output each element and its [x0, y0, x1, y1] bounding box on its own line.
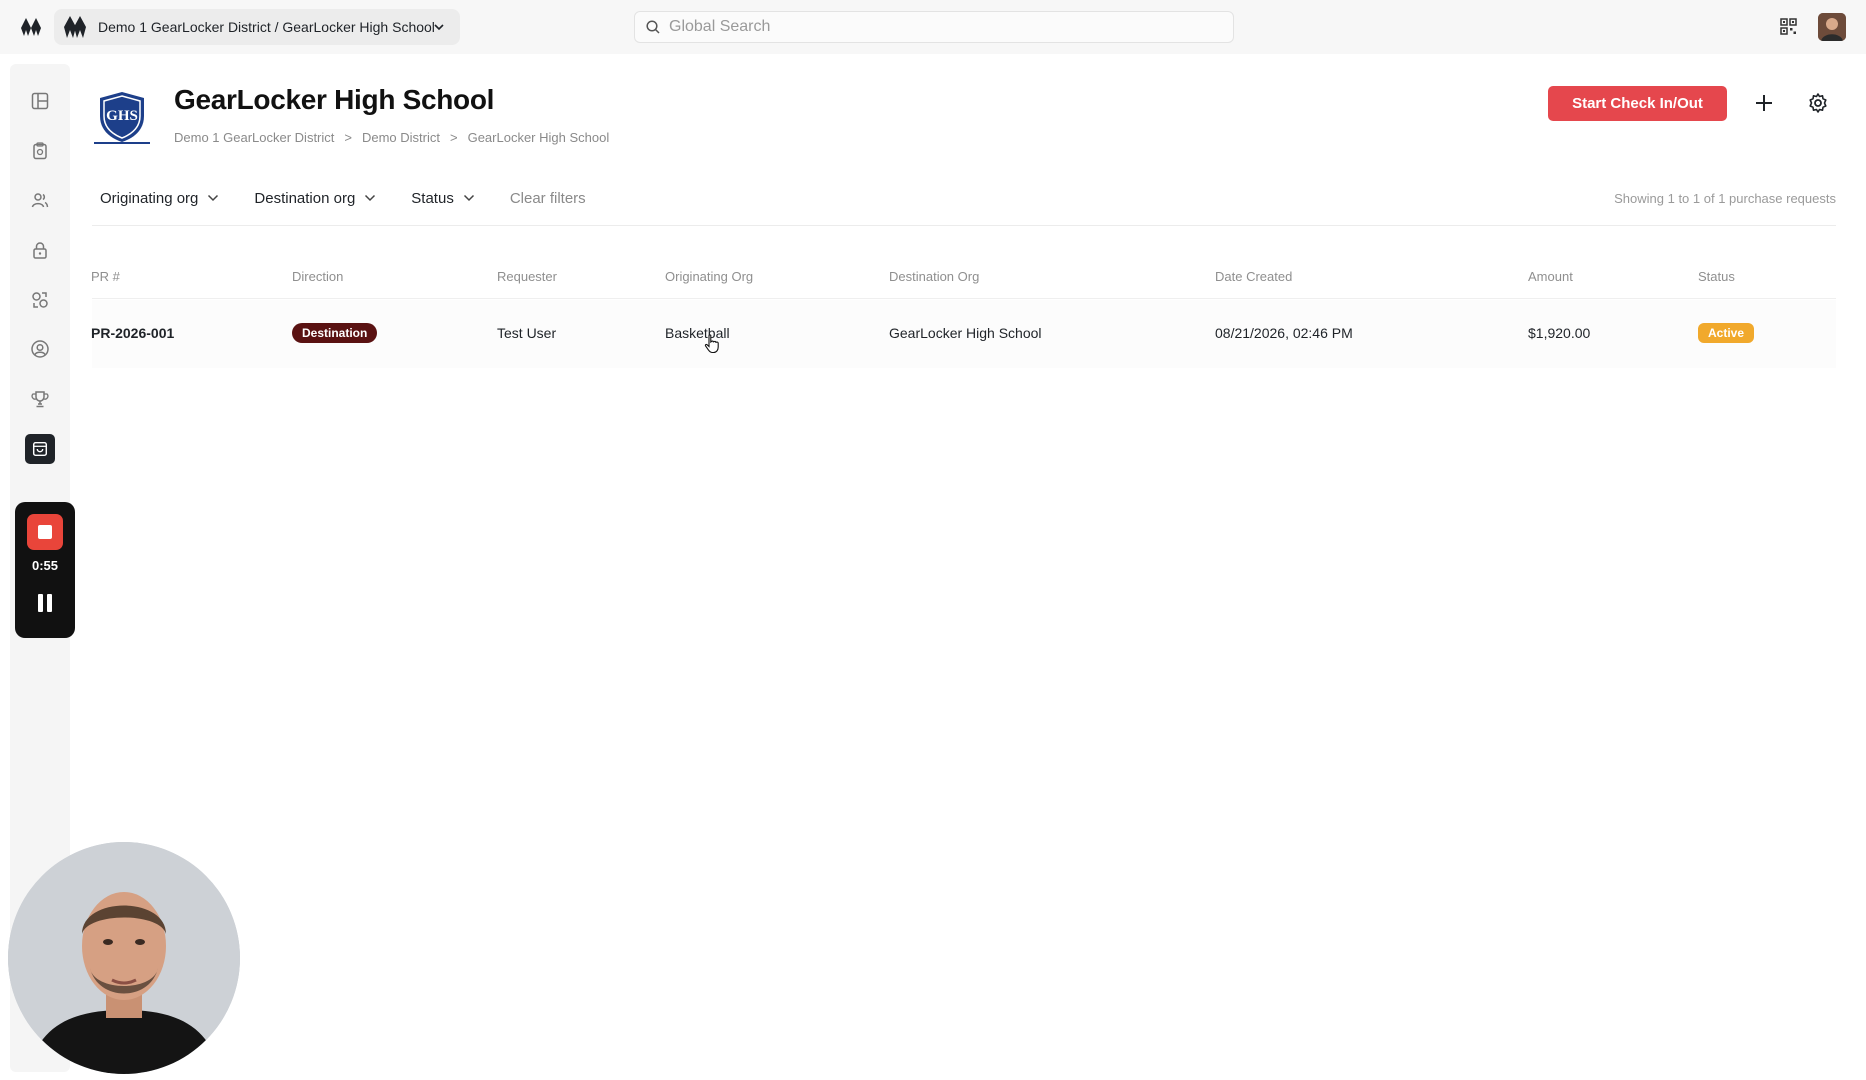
chevron-down-icon [208, 194, 219, 202]
trophy-icon [31, 391, 49, 408]
breadcrumb-separator: > [344, 130, 352, 145]
breadcrumb-separator: > [450, 130, 458, 145]
sidebar-item-lockers[interactable] [28, 238, 52, 262]
cell-requester: Test User [497, 325, 557, 341]
results-count: Showing 1 to 1 of 1 purchase requests [1614, 191, 1836, 206]
column-header-direction[interactable]: Direction [292, 269, 343, 284]
avatar-image [1818, 13, 1846, 41]
school-logo-monogram: GHS [106, 108, 138, 124]
qr-code-icon[interactable] [1780, 18, 1797, 35]
exchange-icon [32, 292, 48, 308]
breadcrumb-school[interactable]: GearLocker High School [468, 130, 610, 145]
breadcrumb-sub-district[interactable]: Demo District [362, 130, 440, 145]
hand-cursor-icon [704, 334, 719, 354]
breadcrumb: Demo 1 GearLocker District > Demo Distri… [174, 130, 609, 145]
top-bar: Demo 1 GearLocker District / GearLocker … [0, 0, 1866, 54]
global-search[interactable] [634, 11, 1234, 43]
chevron-down-icon [434, 24, 444, 31]
stop-icon [38, 525, 52, 539]
webcam-person-image [8, 842, 240, 1074]
start-check-in-out-button[interactable]: Start Check In/Out [1548, 86, 1727, 121]
dashboard-icon [31, 92, 49, 110]
column-header-date-created[interactable]: Date Created [1215, 269, 1292, 284]
school-logo: GHS [94, 92, 150, 144]
stop-recording-button[interactable] [27, 514, 63, 550]
filter-destination-org[interactable]: Destination org [254, 190, 377, 207]
table-header-divider [92, 298, 1836, 299]
app-logo-icon[interactable] [20, 16, 42, 38]
column-header-amount[interactable]: Amount [1528, 269, 1573, 284]
sidebar-item-teams[interactable] [28, 387, 52, 411]
breadcrumb-district[interactable]: Demo 1 GearLocker District [174, 130, 334, 145]
divider [92, 225, 1836, 226]
sidebar-item-profiles[interactable] [28, 337, 52, 361]
org-switcher-label: Demo 1 GearLocker District / GearLocker … [98, 19, 435, 35]
column-header-pr[interactable]: PR # [91, 269, 120, 284]
filter-originating-org[interactable]: Originating org [100, 190, 220, 207]
org-logo-icon [64, 16, 86, 38]
filter-bar: Originating org Destination org Status C… [100, 186, 586, 210]
clipboard-icon [33, 142, 47, 160]
cell-amount: $1,920.00 [1528, 325, 1591, 341]
status-badge: Active [1698, 323, 1755, 343]
screen-recorder: 0:55 [15, 502, 75, 638]
lock-icon [33, 242, 47, 259]
search-icon [646, 20, 660, 34]
direction-badge: Destination [292, 323, 378, 343]
chevron-down-icon [365, 194, 376, 202]
page-title: GearLocker High School [174, 84, 495, 115]
recording-time: 0:55 [31, 558, 59, 573]
sidebar-item-users[interactable] [28, 188, 52, 212]
column-header-originating-org[interactable]: Originating Org [665, 269, 753, 284]
sidebar-item-transfers[interactable] [28, 288, 52, 312]
pause-icon[interactable] [37, 594, 53, 612]
webcam-bubble[interactable] [8, 842, 240, 1074]
cell-pr-number[interactable]: PR-2026-001 [91, 325, 174, 341]
chevron-down-icon [463, 194, 474, 202]
filter-label: Status [411, 189, 454, 207]
user-circle-icon [31, 340, 49, 358]
sidebar-item-dashboard[interactable] [28, 89, 52, 113]
plus-icon[interactable] [1752, 91, 1776, 115]
filter-label: Originating org [100, 189, 199, 207]
cell-date-created: 08/21/2026, 02:46 PM [1215, 325, 1353, 341]
search-input[interactable] [669, 18, 1209, 36]
gear-icon[interactable] [1806, 91, 1830, 115]
cell-destination-org: GearLocker High School [889, 325, 1042, 341]
shopping-bag-icon [32, 441, 48, 457]
clear-filters-button[interactable]: Clear filters [510, 190, 586, 207]
user-avatar[interactable] [1818, 13, 1846, 41]
org-switcher[interactable]: Demo 1 GearLocker District / GearLocker … [54, 9, 460, 45]
sidebar-item-inventory[interactable] [28, 139, 52, 163]
column-header-destination-org[interactable]: Destination Org [889, 269, 979, 284]
filter-label: Destination org [254, 189, 356, 207]
filter-status[interactable]: Status [411, 190, 476, 207]
users-icon [31, 193, 49, 208]
column-header-requester[interactable]: Requester [497, 269, 557, 284]
sidebar-item-purchase-requests[interactable] [25, 434, 55, 464]
column-header-status[interactable]: Status [1698, 269, 1735, 284]
